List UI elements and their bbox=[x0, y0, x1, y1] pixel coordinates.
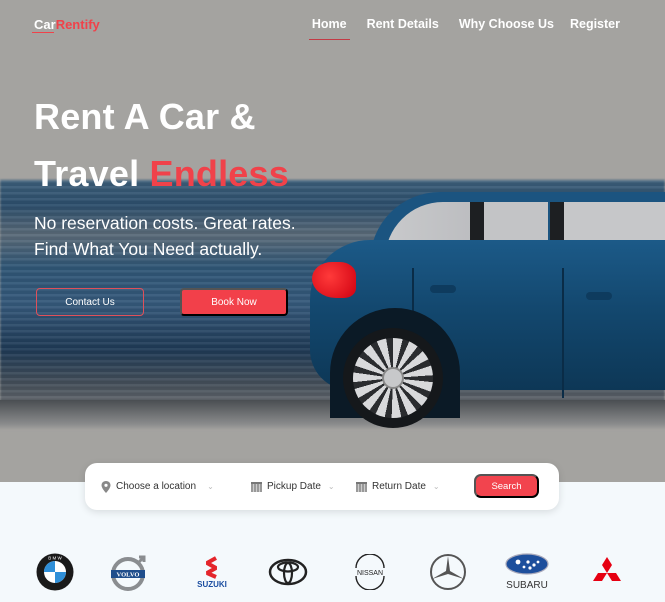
car-door-line bbox=[562, 268, 564, 398]
book-now-button[interactable]: Book Now bbox=[180, 288, 288, 316]
pickup-date-select[interactable]: Pickup Date ⌄ bbox=[251, 481, 335, 492]
svg-text:SUBARU: SUBARU bbox=[506, 580, 548, 591]
chevron-down-icon: ⌄ bbox=[327, 482, 335, 491]
hero-title-line2: Travel Endless bbox=[34, 145, 289, 202]
hero-title-accent: Endless bbox=[149, 153, 289, 194]
mercedes-logo-icon[interactable] bbox=[428, 548, 468, 596]
nav-register[interactable]: Register bbox=[570, 17, 620, 31]
toyota-logo-icon[interactable] bbox=[266, 548, 310, 596]
svg-text:VOLVO: VOLVO bbox=[117, 572, 140, 579]
car-door-handle bbox=[586, 292, 612, 300]
hero-subtitle-line2: Find What You Need actually. bbox=[34, 239, 263, 259]
hero-car-image bbox=[300, 180, 665, 430]
chevron-down-icon: ⌄ bbox=[432, 482, 440, 491]
car-taillight bbox=[312, 262, 356, 298]
nav-rent-details[interactable]: Rent Details bbox=[367, 17, 439, 31]
bmw-logo-icon[interactable]: B M W bbox=[35, 548, 75, 596]
location-placeholder: Choose a location bbox=[116, 481, 197, 492]
hero-section: CarRentify Home Rent Details Why Choose … bbox=[0, 0, 665, 482]
hero-title: Rent A Car & Travel Endless bbox=[34, 88, 289, 202]
logo-text-primary: Car bbox=[34, 17, 56, 32]
location-select[interactable]: Choose a location ⌄ bbox=[101, 480, 214, 493]
chevron-down-icon: ⌄ bbox=[207, 482, 214, 491]
nav-home[interactable]: Home bbox=[308, 17, 350, 40]
main-nav: Home Rent Details Why Choose Us Register bbox=[308, 17, 620, 40]
brand-logos-row: B M W VOLVO SUZUKI NISSAN SUBARU bbox=[0, 548, 665, 598]
svg-text:NISSAN: NISSAN bbox=[357, 570, 383, 577]
nissan-logo-icon[interactable]: NISSAN bbox=[348, 548, 392, 596]
subaru-logo-icon[interactable]: SUBARU bbox=[498, 548, 556, 596]
pickup-date-placeholder: Pickup Date bbox=[267, 481, 321, 492]
contact-us-button[interactable]: Contact Us bbox=[36, 288, 144, 316]
car-hub bbox=[382, 367, 404, 389]
car-rim bbox=[353, 338, 433, 418]
logo[interactable]: CarRentify bbox=[34, 17, 100, 32]
hero-title-plain: Travel bbox=[34, 153, 150, 194]
location-pin-icon bbox=[101, 480, 111, 493]
return-date-select[interactable]: Return Date ⌄ bbox=[356, 481, 440, 492]
calendar-icon bbox=[356, 481, 367, 492]
return-date-placeholder: Return Date bbox=[372, 481, 426, 492]
calendar-icon bbox=[251, 481, 262, 492]
hero-title-line1: Rent A Car & bbox=[34, 96, 256, 137]
car-wheel bbox=[343, 328, 443, 428]
hero-subtitle-line1: No reservation costs. Great rates. bbox=[34, 213, 296, 233]
logo-underline bbox=[32, 32, 54, 33]
svg-text:SUZUKI: SUZUKI bbox=[197, 580, 227, 589]
search-bar: Choose a location ⌄ Pickup Date ⌄ Return… bbox=[85, 463, 559, 510]
suzuki-logo-icon[interactable]: SUZUKI bbox=[190, 548, 234, 596]
mitsubishi-logo-icon[interactable] bbox=[586, 548, 628, 596]
logo-text-accent: Rentify bbox=[55, 17, 100, 32]
nav-why-choose-us[interactable]: Why Choose Us bbox=[459, 17, 554, 31]
search-button[interactable]: Search bbox=[474, 474, 539, 498]
hero-subtitle: No reservation costs. Great rates. Find … bbox=[34, 210, 296, 262]
svg-text:B M W: B M W bbox=[48, 556, 62, 561]
car-door-handle bbox=[430, 285, 456, 293]
volvo-logo-icon[interactable]: VOLVO bbox=[108, 548, 150, 596]
